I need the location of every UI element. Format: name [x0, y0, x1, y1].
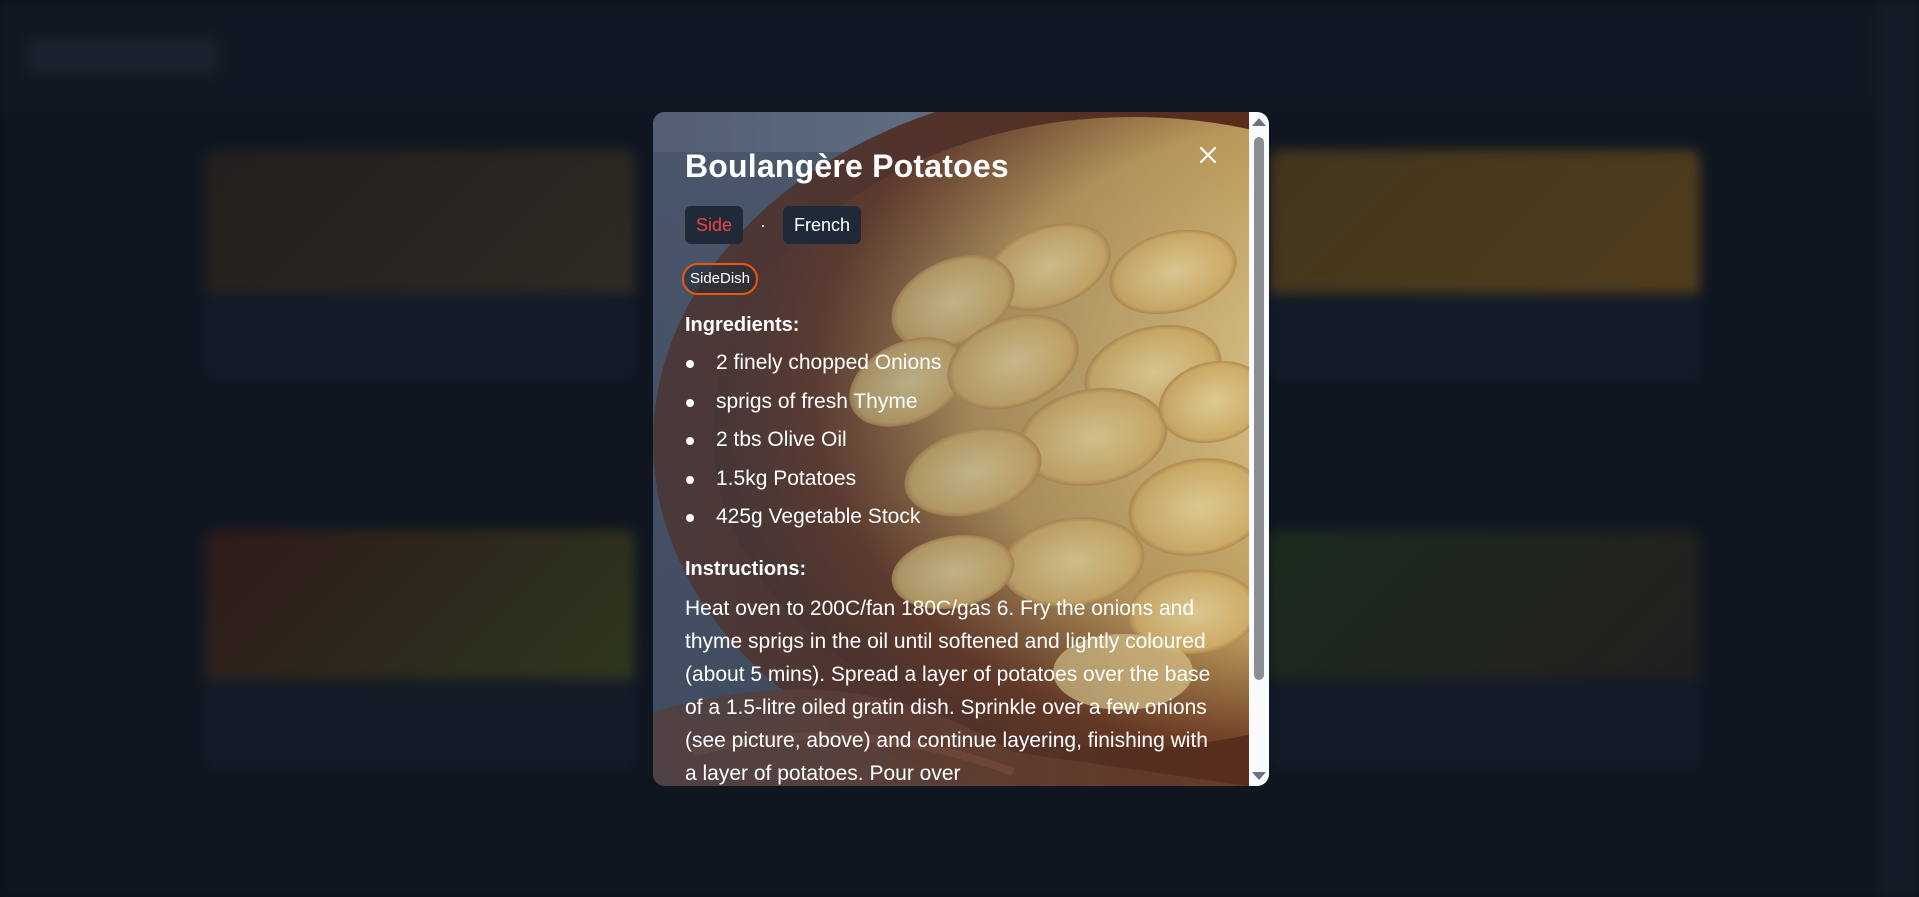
ingredient-item: 1.5kg Potatoes [685, 464, 941, 503]
meta-separator: · [760, 214, 767, 235]
ingredient-item: 2 tbs Olive Oil [685, 425, 941, 464]
ingredient-item: 425g Vegetable Stock [685, 502, 941, 541]
tag-chip: SideDish [682, 263, 759, 295]
scrollbar-thumb[interactable] [1254, 137, 1264, 680]
scroll-up-arrow-icon[interactable] [1252, 118, 1266, 126]
ingredients-heading: Ingredients: [685, 314, 800, 336]
modal-scrollbar[interactable] [1249, 112, 1269, 786]
recipe-title: Boulangère Potatoes [685, 148, 1009, 184]
instructions-heading: Instructions: [685, 558, 807, 580]
area-badge: French [783, 206, 862, 244]
recipe-modal: Boulangère Potatoes Side · French SideDi… [653, 112, 1269, 786]
recipe-content[interactable]: Boulangère Potatoes Side · French SideDi… [653, 112, 1249, 786]
category-badge: Side [685, 206, 744, 244]
scroll-down-arrow-icon[interactable] [1252, 772, 1266, 780]
ingredient-item: sprigs of fresh Thyme [685, 387, 941, 426]
ingredient-item: 2 finely chopped Onions [685, 348, 941, 387]
instructions-text: Heat oven to 200C/fan 180C/gas 6. Fry th… [685, 597, 1211, 785]
recipe-meta: Side · French [685, 205, 862, 245]
ingredients-list: 2 finely chopped Onions sprigs of fresh … [685, 348, 941, 541]
close-button[interactable] [1193, 140, 1223, 170]
close-icon [1199, 146, 1217, 164]
